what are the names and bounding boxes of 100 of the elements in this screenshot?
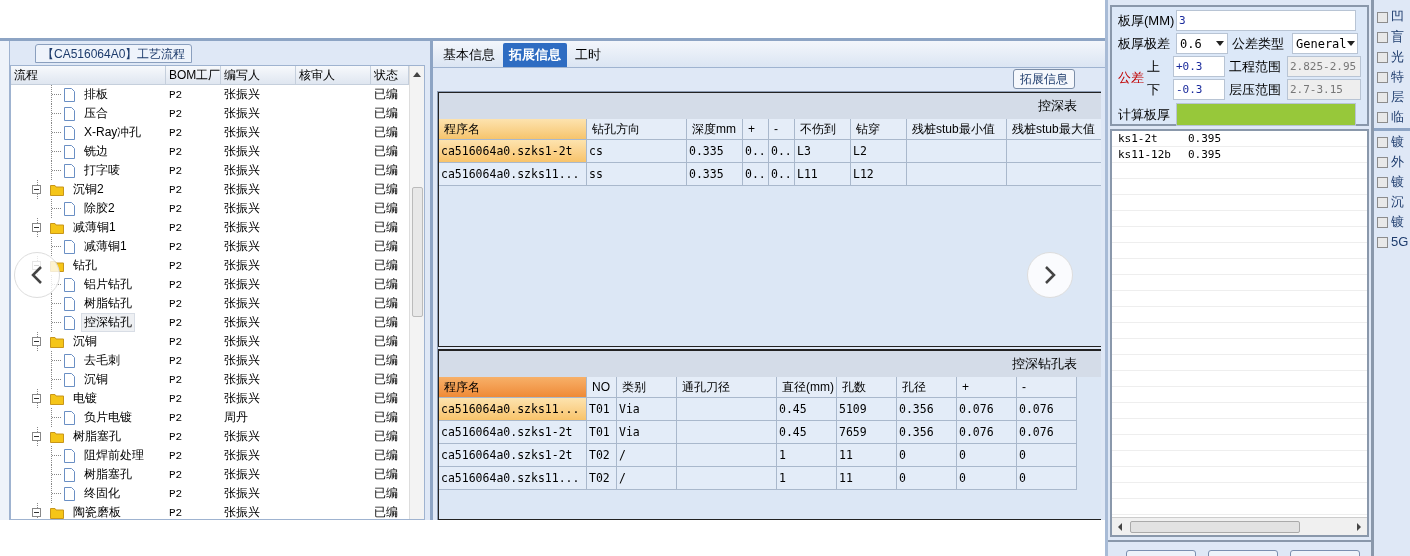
column-header[interactable]: 程序名 bbox=[439, 119, 587, 140]
tree-item[interactable]: 去毛刺 bbox=[81, 351, 123, 370]
collapse-icon[interactable] bbox=[32, 223, 41, 232]
column-header[interactable]: 程序名 bbox=[439, 377, 587, 398]
column-header[interactable]: 编写人 bbox=[221, 66, 296, 85]
column-header[interactable]: 类别 bbox=[617, 377, 677, 398]
column-header[interactable]: + bbox=[743, 119, 769, 140]
tree-item[interactable]: 树脂钻孔 bbox=[81, 294, 135, 313]
column-header[interactable]: 钻孔方向 bbox=[587, 119, 687, 140]
column-header[interactable]: 通孔刀径 bbox=[677, 377, 777, 398]
column-header[interactable]: 流程 bbox=[11, 66, 166, 85]
column-header[interactable]: 状态 bbox=[371, 66, 409, 85]
input-field[interactable]: 3 bbox=[1176, 10, 1356, 31]
table-cell: 张振兴 bbox=[224, 220, 260, 234]
column-header[interactable]: 直径(mm) bbox=[777, 377, 837, 398]
checkbox[interactable] bbox=[1377, 216, 1388, 228]
tree-item[interactable]: 除胶2 bbox=[81, 199, 118, 218]
table-cell: 已编 bbox=[374, 296, 398, 310]
checkbox[interactable] bbox=[1377, 31, 1388, 43]
tree-item[interactable]: 钻孔 bbox=[70, 256, 100, 275]
table-cell: P2 bbox=[169, 450, 183, 462]
dropdown-value: General bbox=[1296, 35, 1347, 53]
checkbox[interactable] bbox=[1377, 196, 1388, 208]
tree-item[interactable]: 树脂塞孔 bbox=[70, 427, 124, 446]
collapse-icon[interactable] bbox=[32, 432, 41, 441]
column-header[interactable]: 残桩stub最大值 bbox=[1007, 119, 1101, 140]
table-cell: 张振兴 bbox=[224, 182, 260, 196]
table-cell: 已编 bbox=[374, 106, 398, 120]
file-icon bbox=[64, 315, 75, 330]
column-header[interactable]: 核审人 bbox=[296, 66, 371, 85]
checkbox-label: 沉 bbox=[1391, 193, 1404, 212]
file-icon bbox=[64, 87, 75, 102]
scrollbar[interactable] bbox=[1112, 517, 1367, 535]
input-field[interactable]: +0.3 bbox=[1173, 56, 1225, 77]
column-header[interactable]: BOM工厂 bbox=[166, 66, 221, 85]
scrollbar[interactable] bbox=[409, 66, 424, 519]
table-cell: 已编 bbox=[374, 429, 398, 443]
column-header[interactable]: 钻穿 bbox=[851, 119, 907, 140]
collapse-icon[interactable] bbox=[32, 337, 41, 346]
column-header[interactable]: 不伤到 bbox=[795, 119, 851, 140]
column-header[interactable]: - bbox=[769, 119, 795, 140]
table-cell: 张振兴 bbox=[224, 258, 260, 272]
table-cell: Via bbox=[617, 398, 677, 421]
tree-item[interactable]: 阻焊前处理 bbox=[81, 446, 147, 465]
column-header[interactable]: 孔数 bbox=[837, 377, 897, 398]
column-header[interactable]: NO bbox=[587, 377, 617, 398]
tree-item[interactable]: 减薄铜1 bbox=[70, 218, 119, 237]
checkbox[interactable] bbox=[1377, 236, 1388, 248]
table-cell: 已编 bbox=[374, 334, 398, 348]
readonly-field[interactable]: 2.7-3.15 bbox=[1287, 79, 1361, 100]
tree-item[interactable]: 沉铜2 bbox=[70, 180, 107, 199]
table-cell: ca516064a0.szks11... bbox=[439, 398, 587, 421]
column-header[interactable]: + bbox=[957, 377, 1017, 398]
checkbox[interactable] bbox=[1377, 71, 1388, 83]
folder-icon bbox=[50, 221, 64, 234]
tree-item[interactable]: 沉铜 bbox=[70, 332, 100, 351]
table-cell: 已编 bbox=[374, 220, 398, 234]
tree-item[interactable]: 终固化 bbox=[81, 484, 123, 503]
input-field[interactable]: -0.3 bbox=[1173, 79, 1225, 100]
checkbox[interactable] bbox=[1377, 156, 1388, 168]
tree-item[interactable]: 减薄铜1 bbox=[81, 237, 130, 256]
checkbox[interactable] bbox=[1377, 91, 1388, 103]
readonly-field[interactable]: 2.825-2.95 bbox=[1287, 56, 1361, 77]
caret-icon bbox=[1346, 41, 1355, 46]
tree-item[interactable]: 铝片钻孔 bbox=[81, 275, 135, 294]
file-icon bbox=[64, 277, 75, 292]
column-header[interactable]: - bbox=[1017, 377, 1077, 398]
tab[interactable]: 拓展信息 bbox=[503, 43, 567, 67]
tree-item[interactable]: 沉铜 bbox=[81, 370, 111, 389]
table-cell: 已编 bbox=[374, 277, 398, 291]
tree-item[interactable]: X-Ray冲孔 bbox=[81, 123, 145, 142]
column-header[interactable]: 深度mm bbox=[687, 119, 743, 140]
dropdown[interactable]: 0.6 bbox=[1176, 33, 1228, 54]
tree-item[interactable]: 陶瓷磨板 bbox=[70, 503, 124, 519]
checkbox[interactable] bbox=[1377, 136, 1388, 148]
collapse-icon[interactable] bbox=[32, 394, 41, 403]
checkbox[interactable] bbox=[1377, 11, 1388, 23]
table-cell: 0.076 bbox=[957, 398, 1017, 421]
collapse-icon[interactable] bbox=[32, 185, 41, 194]
table-cell: 张振兴 bbox=[224, 144, 260, 158]
collapse-icon[interactable] bbox=[32, 508, 41, 517]
dropdown[interactable]: General bbox=[1292, 33, 1358, 54]
tree-item[interactable]: 打字唛 bbox=[81, 161, 123, 180]
table-cell: T02 bbox=[587, 467, 617, 490]
tree-item[interactable]: 排板 bbox=[81, 85, 111, 104]
checkbox[interactable] bbox=[1377, 111, 1388, 123]
tree-item[interactable]: 树脂塞孔 bbox=[81, 465, 135, 484]
table-cell: 0.356 bbox=[897, 398, 957, 421]
tree-item[interactable]: 负片电镀 bbox=[81, 408, 135, 427]
list-cell-text: 0.395 bbox=[1187, 131, 1223, 147]
tab[interactable]: 基本信息 bbox=[437, 43, 501, 67]
tree-item[interactable]: 控深钻孔 bbox=[81, 313, 135, 332]
tab[interactable]: 工时 bbox=[569, 43, 607, 67]
checkbox[interactable] bbox=[1377, 51, 1388, 63]
tree-item[interactable]: 铣边 bbox=[81, 142, 111, 161]
column-header[interactable]: 残桩stub最小值 bbox=[907, 119, 1007, 140]
column-header[interactable]: 孔径 bbox=[897, 377, 957, 398]
tree-item[interactable]: 电镀 bbox=[70, 389, 100, 408]
checkbox[interactable] bbox=[1377, 176, 1388, 188]
tree-item[interactable]: 压合 bbox=[81, 104, 111, 123]
